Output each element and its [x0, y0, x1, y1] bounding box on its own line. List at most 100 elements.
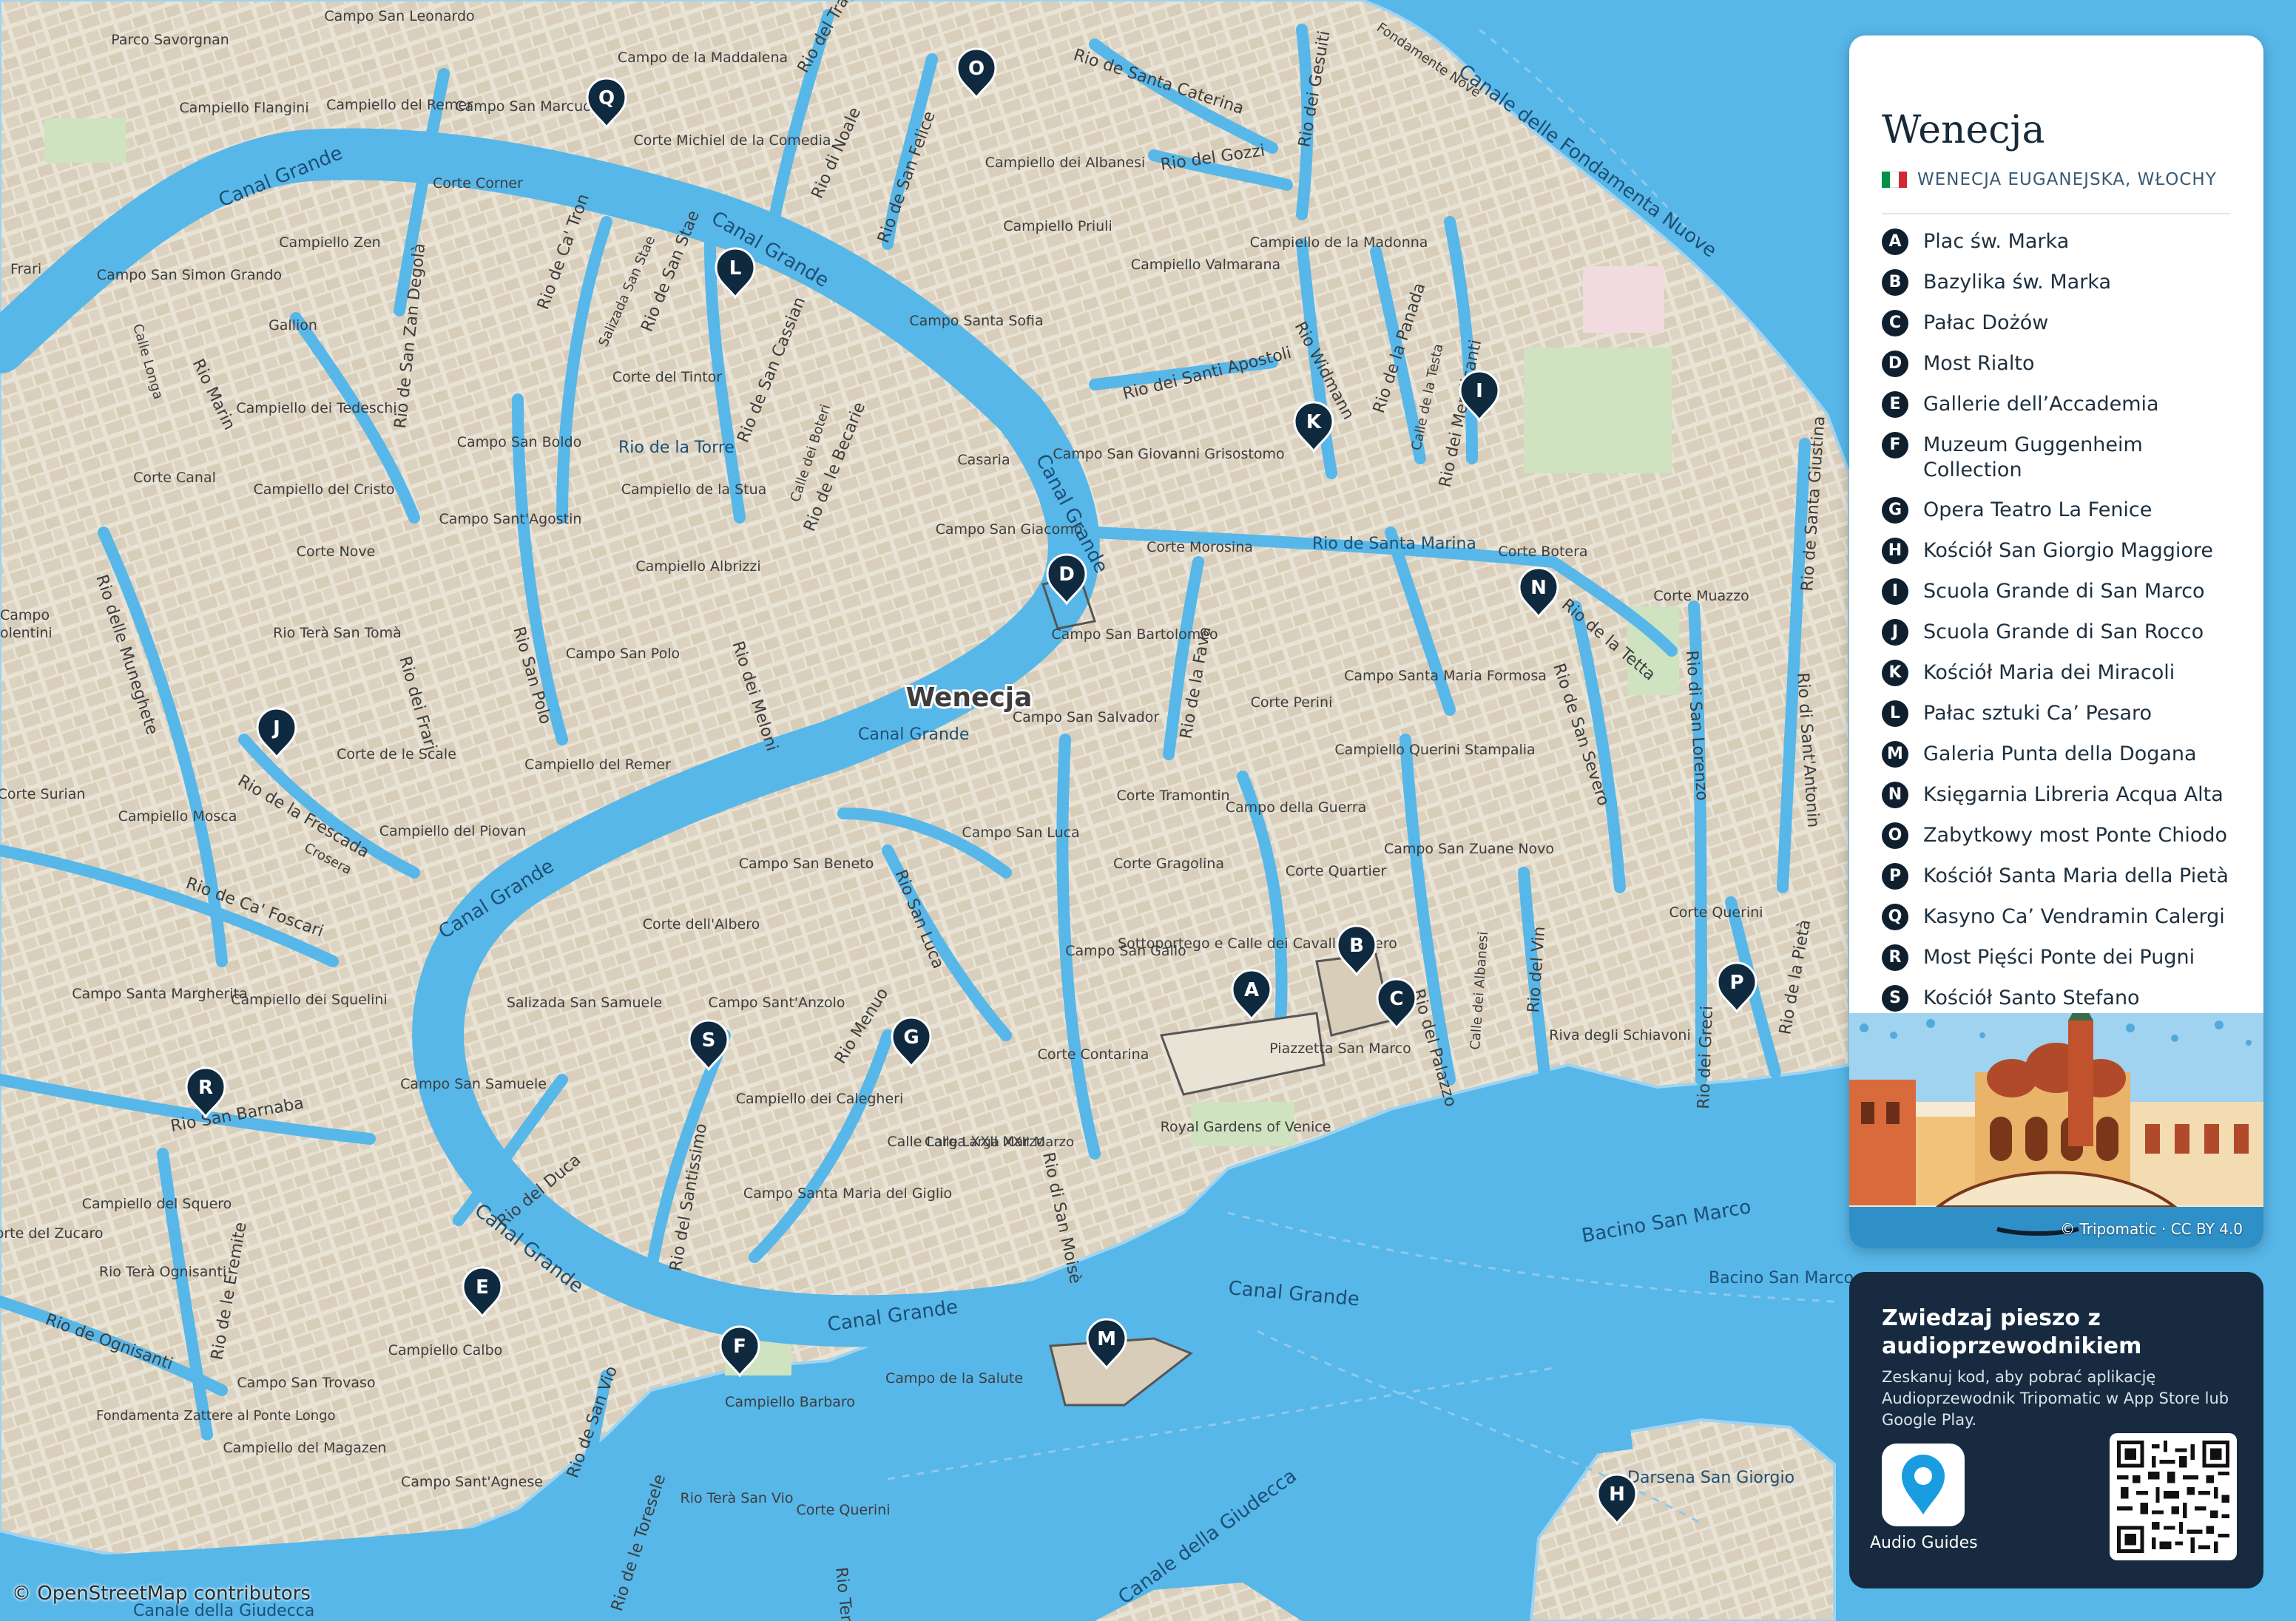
place-label: Campo San Boldo — [457, 434, 582, 450]
legend-label: Kościół Santa Maria della Pietà — [1923, 864, 2229, 887]
place-label: Corte Muazzo — [1653, 588, 1749, 604]
place-label: Campiello Barbaro — [725, 1394, 855, 1410]
legend-label: Most Rialto — [1923, 352, 2035, 375]
legend-item-i[interactable]: I Scuola Grande di San Marco — [1882, 578, 2237, 605]
place-label: Campiello Albrizzi — [635, 558, 760, 575]
park-area — [1524, 348, 1672, 473]
svg-text:Q: Q — [598, 87, 615, 109]
place-label: Campo San Zuane Novo — [1384, 841, 1554, 857]
place-label: Campiello Mosca — [118, 808, 237, 825]
place-label: Corte de le Scale — [337, 746, 456, 762]
legend-item-j[interactable]: J Scuola Grande di San Rocco — [1882, 619, 2237, 646]
place-label: Corte Corner — [433, 175, 523, 192]
svg-text:G: G — [903, 1026, 919, 1049]
osm-attribution[interactable]: © OpenStreetMap contributors — [12, 1583, 311, 1605]
legend-panel: Wenecja WENECJA EUGANEJSKA, WŁOCHY A Plac… — [1849, 35, 2263, 1248]
place-label: Corte del Tintor — [612, 369, 722, 385]
legend-item-h[interactable]: H Kościół San Giorgio Maggiore — [1882, 538, 2237, 564]
place-label: Campiello de la Stua — [621, 481, 767, 498]
legend-label: Pałac sztuki Ca’ Pesaro — [1923, 702, 2152, 725]
rio-santa-marina-label: Rio de Santa Marina — [1312, 535, 1476, 553]
place-label: Campiello Querini Stampalia — [1334, 742, 1535, 758]
legend-label: Pałac Dożów — [1923, 311, 2049, 334]
legend-key-badge: A — [1882, 229, 1908, 255]
legend-item-l[interactable]: L Pałac sztuki Ca’ Pesaro — [1882, 700, 2237, 727]
place-label: Campiello del Squero — [82, 1196, 232, 1212]
svg-text:K: K — [1306, 411, 1322, 433]
legend-item-n[interactable]: N Księgarnia Libreria Acqua Alta — [1882, 782, 2237, 808]
legend-item-o[interactable]: O Zabytkowy most Ponte Chiodo — [1882, 822, 2237, 849]
legend-item-p[interactable]: P Kościół Santa Maria della Pietà — [1882, 863, 2237, 890]
legend-key-badge: O — [1882, 822, 1908, 849]
place-label: Corte Nove — [297, 544, 376, 560]
audio-guide-promo: Zwiedzaj pieszo z audioprzewodnikiem Zes… — [1849, 1272, 2263, 1588]
qr-code-icon[interactable] — [2110, 1433, 2237, 1560]
legend-item-q[interactable]: Q Kasyno Ca’ Vendramin Calergi — [1882, 904, 2237, 930]
legend-item-b[interactable]: B Bazylika św. Marka — [1882, 269, 2237, 296]
street-label: Rio dei Greci — [1695, 1006, 1717, 1110]
place-label: Campiello del Remer — [524, 757, 671, 773]
svg-text:M: M — [1097, 1328, 1116, 1350]
app-icon-button[interactable] — [1882, 1444, 1965, 1526]
place-label: Campiello Flangini — [179, 100, 308, 116]
legend-item-k[interactable]: K Kościół Maria dei Miracoli — [1882, 660, 2237, 686]
svg-text:L: L — [729, 257, 742, 280]
place-label: Campo San Marcuola — [455, 98, 604, 115]
svg-text:D: D — [1058, 564, 1075, 586]
legend-label: Kościół San Giorgio Maggiore — [1923, 539, 2214, 562]
place-label: Rio Terà San Vio — [681, 1490, 794, 1506]
svg-text:H: H — [1609, 1483, 1625, 1506]
legend-key-badge: D — [1882, 351, 1908, 377]
legend-item-m[interactable]: M Galeria Punta della Dogana — [1882, 741, 2237, 768]
place-label: Campiello Zen — [279, 234, 380, 251]
legend-key-badge: C — [1882, 310, 1908, 336]
svg-text:P: P — [1729, 972, 1743, 994]
legend-key-badge: G — [1882, 497, 1908, 524]
place-label: Campo Santa Maria Formosa — [1344, 668, 1547, 684]
legend-item-d[interactable]: D Most Rialto — [1882, 351, 2237, 377]
legend-key-badge: F — [1882, 432, 1908, 458]
place-label: olentini — [0, 625, 53, 641]
legend-item-f[interactable]: F Muzeum Guggenheim Collection — [1882, 432, 2237, 483]
place-label: Campo San Beneto — [739, 856, 874, 872]
place-label: Corte Morosina — [1147, 539, 1253, 555]
legend-label: Most Pięści Ponte dei Pugni — [1923, 946, 2195, 969]
place-label: Campo San Trovaso — [237, 1375, 375, 1391]
place-label: Casaria — [957, 452, 1010, 468]
canal-grande-label: Canal Grande — [858, 725, 969, 744]
legend-key-badge: H — [1882, 538, 1908, 564]
place-label: Riva degli Schiavoni — [1549, 1027, 1690, 1043]
legend-item-a[interactable]: A Plac św. Marka — [1882, 229, 2237, 255]
place-label: Corte del Zucaro — [0, 1225, 104, 1242]
place-label: Campo Santa Margherita — [72, 986, 248, 1002]
place-label: Campo Sant'Anzolo — [708, 995, 845, 1011]
promo-text: Zeskanuj kod, aby pobrać aplikację Audio… — [1882, 1368, 2229, 1429]
place-label: Campiello del Magazen — [223, 1440, 386, 1456]
legend-label: Plac św. Marka — [1923, 230, 2070, 253]
legend-item-e[interactable]: E Gallerie dell’Accademia — [1882, 391, 2237, 418]
legend-item-r[interactable]: R Most Pięści Ponte dei Pugni — [1882, 944, 2237, 971]
legend-key-badge: Q — [1882, 904, 1908, 930]
place-label: Campo della Guerra — [1226, 799, 1367, 816]
legend-label: Galeria Punta della Dogana — [1923, 742, 2197, 765]
divider — [1882, 213, 2231, 214]
legend-key-badge: L — [1882, 700, 1908, 727]
place-label: Corte Tramontin — [1116, 788, 1229, 804]
region-label: WENECJA EUGANEJSKA, WŁOCHY — [1917, 170, 2217, 189]
place-label: Campiello Valmarana — [1131, 257, 1280, 273]
legend-item-c[interactable]: C Pałac Dożów — [1882, 310, 2237, 336]
legend-item-g[interactable]: G Opera Teatro La Fenice — [1882, 497, 2237, 524]
place-label: Campiello dei Squelini — [231, 992, 387, 1008]
place-label: Parco Savorgnan — [111, 32, 229, 48]
legend-label: Opera Teatro La Fenice — [1923, 498, 2152, 521]
place-label: Campo de la Salute — [885, 1370, 1023, 1387]
street-label: Fondamenta Zattere al Ponte Longo — [96, 1408, 336, 1424]
legend-item-s[interactable]: S Kościół Santo Stefano — [1882, 985, 2237, 1012]
place-label: Campiello dei Tedeschi — [236, 400, 396, 416]
app-label: Audio Guides — [1870, 1534, 1978, 1552]
place-label: Corte Querini — [797, 1502, 891, 1518]
place-label: Campiello del Remer — [326, 97, 473, 113]
svg-text:E: E — [476, 1276, 489, 1299]
legend-label: Gallerie dell’Accademia — [1923, 393, 2159, 416]
place-label: Campiello Calbo — [388, 1342, 503, 1358]
